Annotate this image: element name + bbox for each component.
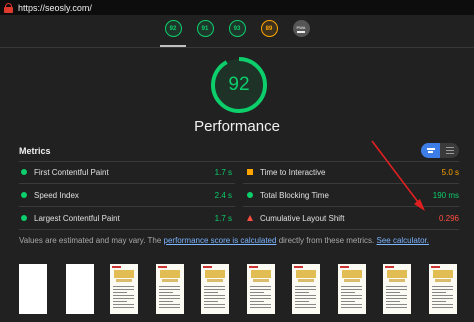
gauge-seo-score: 89 bbox=[260, 20, 278, 37]
page-title: Performance bbox=[194, 118, 280, 135]
estimate-note: Values are estimated and may vary. The p… bbox=[19, 236, 429, 245]
note-middle: directly from these metrics. bbox=[276, 236, 377, 245]
filmstrip-frame bbox=[155, 264, 184, 314]
metric-total-blocking-time: Total Blocking Time 190 ms bbox=[247, 184, 459, 206]
pass-circle-icon bbox=[21, 192, 27, 198]
compact-view-icon[interactable] bbox=[421, 143, 440, 158]
metrics-heading: Metrics bbox=[19, 146, 51, 156]
metric-label: Speed Index bbox=[34, 190, 79, 200]
filmstrip-frame bbox=[383, 264, 411, 314]
gauge-seo[interactable]: 89 bbox=[258, 20, 280, 48]
gauge-accessibility[interactable]: 91 bbox=[194, 20, 216, 48]
row-divider bbox=[19, 229, 459, 230]
url-text[interactable]: https://seosly.com/ bbox=[18, 3, 92, 13]
score-calculation-link[interactable]: performance score is calculated bbox=[164, 236, 277, 245]
metric-largest-contentful-paint: Largest Contentful Paint 1.7 s bbox=[21, 207, 232, 229]
metrics-view-toggle[interactable] bbox=[421, 143, 459, 158]
metric-label: Time to Interactive bbox=[260, 167, 326, 177]
metric-value: 2.4 s bbox=[214, 190, 232, 200]
gauge-performance-score: 92 bbox=[164, 20, 182, 37]
metric-value: 0.296 bbox=[438, 213, 459, 223]
metric-label: Cumulative Layout Shift bbox=[260, 213, 345, 223]
metric-value: 1.7 s bbox=[214, 213, 232, 223]
metric-first-contentful-paint: First Contentful Paint 1.7 s bbox=[21, 161, 232, 183]
filmstrip-frame bbox=[65, 264, 94, 314]
fail-triangle-icon bbox=[247, 215, 253, 221]
pass-circle-icon bbox=[247, 192, 253, 198]
filmstrip-frame bbox=[201, 264, 229, 314]
address-bar[interactable]: https://seosly.com/ bbox=[0, 0, 474, 15]
pass-circle-icon bbox=[21, 215, 27, 221]
average-square-icon bbox=[247, 169, 253, 175]
metric-label: Total Blocking Time bbox=[260, 190, 329, 200]
gauge-pwa[interactable]: PWA bbox=[290, 20, 312, 48]
filmstrip-frame bbox=[246, 264, 275, 314]
expanded-view-icon[interactable] bbox=[440, 143, 459, 158]
metric-cumulative-layout-shift: Cumulative Layout Shift 0.296 bbox=[247, 207, 459, 229]
pass-circle-icon bbox=[21, 169, 27, 175]
performance-score: 92 bbox=[228, 74, 250, 95]
note-prefix: Values are estimated and may vary. The bbox=[19, 236, 164, 245]
tabs-divider bbox=[0, 47, 474, 48]
metric-value: 190 ms bbox=[432, 190, 459, 200]
gauge-best-practices[interactable]: 93 bbox=[226, 20, 248, 48]
metric-label: First Contentful Paint bbox=[34, 167, 109, 177]
pwa-badge-icon: PWA bbox=[292, 20, 310, 37]
filmstrip-frame bbox=[292, 264, 320, 314]
lock-icon bbox=[4, 2, 13, 13]
gauge-best-practices-score: 93 bbox=[228, 20, 246, 37]
gauge-performance[interactable]: 92 bbox=[160, 20, 186, 48]
filmstrip bbox=[19, 264, 459, 322]
filmstrip-frame bbox=[110, 264, 138, 314]
metric-value: 1.7 s bbox=[214, 167, 232, 177]
pwa-label: PWA bbox=[296, 24, 306, 30]
filmstrip-frame bbox=[19, 264, 47, 314]
calculator-link[interactable]: See calculator. bbox=[377, 236, 429, 245]
metric-time-to-interactive: Time to Interactive 5.0 s bbox=[247, 161, 459, 183]
gauge-accessibility-score: 91 bbox=[196, 20, 214, 37]
metric-value: 5.0 s bbox=[441, 167, 459, 177]
metric-speed-index: Speed Index 2.4 s bbox=[21, 184, 232, 206]
filmstrip-frame bbox=[337, 264, 366, 314]
filmstrip-frame bbox=[428, 264, 457, 314]
performance-score-gauge: 92 bbox=[209, 55, 269, 115]
category-gauges: 92 91 93 89 PWA bbox=[0, 20, 474, 48]
metric-label: Largest Contentful Paint bbox=[34, 213, 120, 223]
